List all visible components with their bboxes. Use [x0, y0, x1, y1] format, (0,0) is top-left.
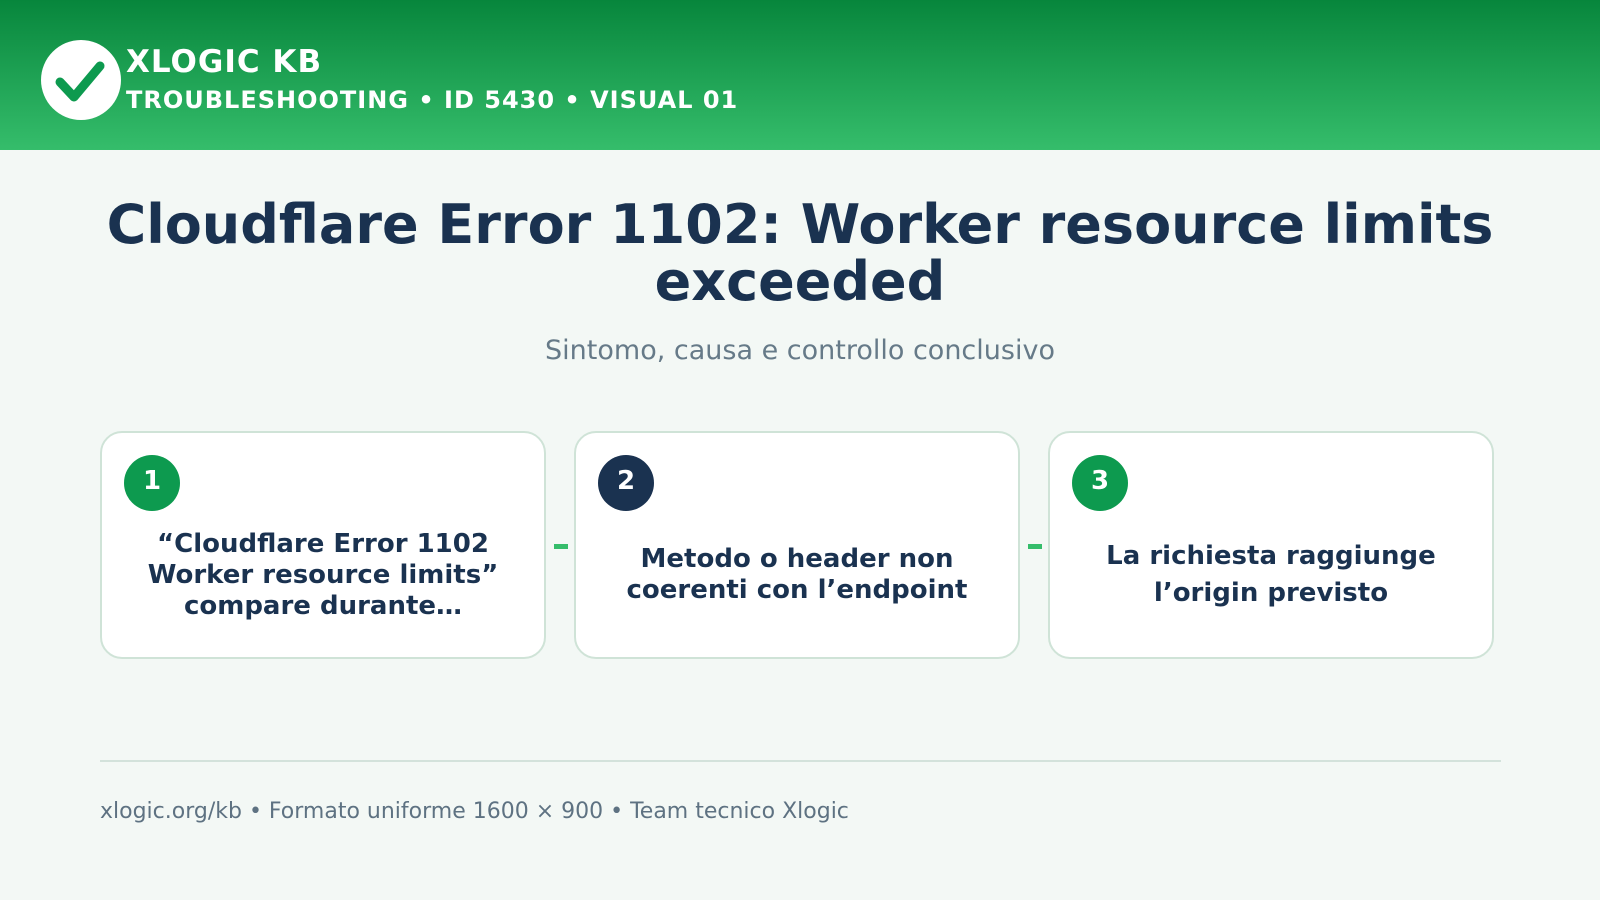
- footer-divider: [100, 760, 1501, 762]
- page-title: Cloudflare Error 1102: Worker resource l…: [106, 193, 1494, 313]
- checkmark-icon: [55, 61, 105, 102]
- logo-badge: [41, 40, 121, 120]
- brand-name: XLOGIC KB: [126, 44, 323, 80]
- step-connector-2: [1028, 544, 1042, 549]
- breadcrumb: TROUBLESHOOTING • ID 5430 • VISUAL 01: [126, 86, 739, 114]
- step-number-badge-2: 2: [598, 455, 654, 511]
- page-subtitle: Sintomo, causa e controllo conclusivo: [545, 335, 1055, 366]
- step-connector-1: [554, 544, 568, 549]
- footer-text: xlogic.org/kb • Formato uniforme 1600 × …: [100, 799, 849, 824]
- step-card-2: 2 Metodo o header non coerenti con l’end…: [574, 431, 1020, 659]
- header-banner: XLOGIC KB TROUBLESHOOTING • ID 5430 • VI…: [0, 0, 1600, 150]
- step-text-1: “Cloudflare Error 1102 Worker resource l…: [147, 528, 499, 621]
- step-number-badge-1: 1: [124, 455, 180, 511]
- step-text-3: La richiesta raggiunge l’origin previsto: [1106, 541, 1436, 608]
- step-number-badge-3: 3: [1072, 455, 1128, 511]
- step-card-1: 1 “Cloudflare Error 1102 Worker resource…: [100, 431, 546, 659]
- step-text-2: Metodo o header non coerenti con l’endpo…: [626, 544, 968, 605]
- step-card-3: 3 La richiesta raggiunge l’origin previs…: [1048, 431, 1494, 659]
